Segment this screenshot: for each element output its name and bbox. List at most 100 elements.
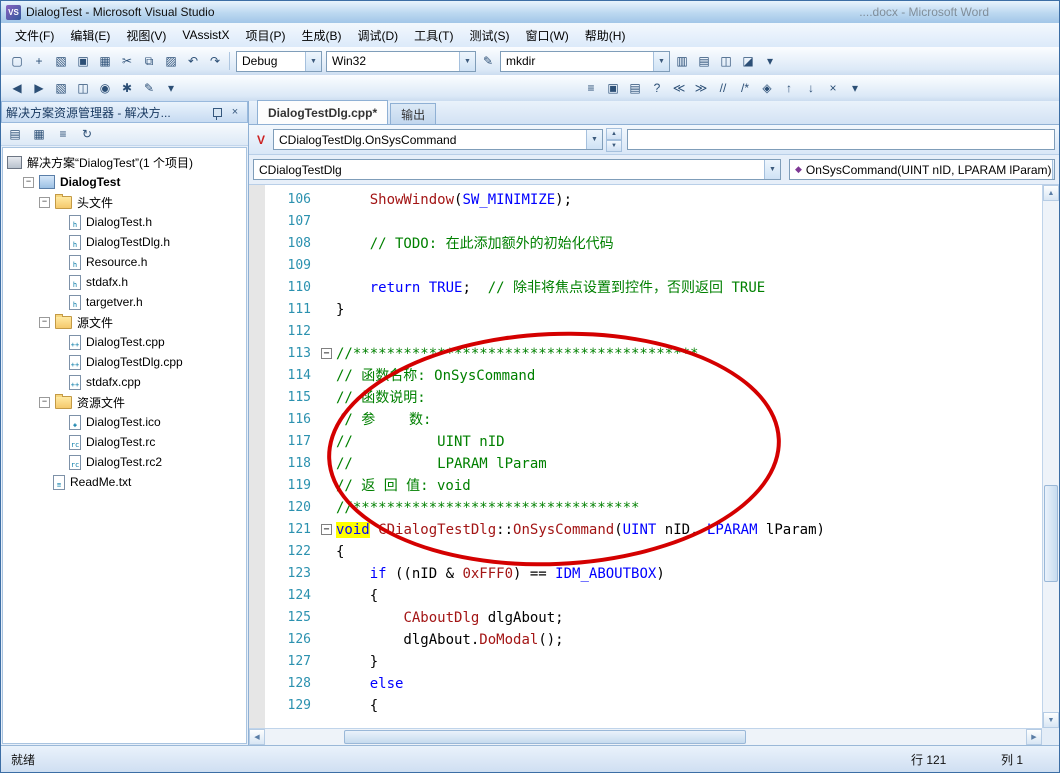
redo-icon[interactable]: ↷ — [205, 51, 225, 71]
tree-item-file[interactable]: ++ DialogTest.cpp — [3, 332, 246, 352]
code-editor[interactable]: 106 ShowWindow(SW_MINIMIZE); 107 108 // TO… — [249, 185, 1042, 728]
code-line[interactable]: 110 return TRUE; // 除非将焦点设置到控件，否则返回 TRUE — [249, 277, 1042, 299]
code-line[interactable]: 128 else — [249, 673, 1042, 695]
tree-item-file[interactable]: h DialogTest.h — [3, 212, 246, 232]
configuration-combo[interactable]: Debug ▼ — [236, 50, 322, 72]
find-combo[interactable]: mkdir ▼ — [500, 50, 670, 72]
find-symbol-icon[interactable]: ✎ — [478, 51, 498, 71]
horizontal-scrollbar[interactable]: ◀ ▶ — [249, 728, 1042, 745]
types-combo[interactable]: CDialogTestDlg ▼ — [253, 159, 781, 180]
find-in-files-icon[interactable]: ▥ — [672, 51, 692, 71]
code-line[interactable]: 115 // 函数说明: — [249, 387, 1042, 409]
code-line[interactable]: 121 void CDialogTestDlg::OnSysCommand(UIN… — [249, 519, 1042, 541]
tree-item-file[interactable]: ++ DialogTestDlg.cpp — [3, 352, 246, 372]
next-bookmark-icon[interactable]: ↓ — [801, 78, 821, 98]
platform-combo[interactable]: Win32 ▼ — [326, 50, 476, 72]
properties-icon[interactable]: ▤ — [5, 124, 25, 144]
toolbar-options-icon[interactable]: ▾ — [760, 51, 780, 71]
tab-dialogtestdlg-cpp[interactable]: DialogTestDlg.cpp* — [257, 100, 389, 124]
menu-item[interactable]: 帮助(H) — [577, 24, 634, 47]
code-line[interactable]: 108 // TODO: 在此添加额外的初始化代码 — [249, 233, 1042, 255]
va-find-symbol-icon[interactable]: ◉ — [95, 78, 115, 98]
menu-item[interactable]: 调试(D) — [349, 24, 406, 47]
menu-item[interactable]: 文件(F) — [7, 24, 62, 47]
expander-icon[interactable]: − — [23, 176, 34, 188]
scroll-right-icon[interactable]: ▶ — [1026, 729, 1042, 745]
menu-item[interactable]: 工具(T) — [406, 24, 461, 47]
object-browser-icon[interactable]: ◪ — [738, 51, 758, 71]
tab-output[interactable]: 输出 — [390, 103, 437, 124]
vassistx-definition-field[interactable] — [627, 129, 1055, 150]
fold-collapse-icon[interactable] — [320, 519, 336, 541]
tree-item-file[interactable]: ++ stdafx.cpp — [3, 372, 246, 392]
code-line[interactable]: 124 { — [249, 585, 1042, 607]
scroll-left-icon[interactable]: ◀ — [249, 729, 265, 745]
menu-item[interactable]: 视图(V) — [118, 24, 174, 47]
undo-icon[interactable]: ↶ — [183, 51, 203, 71]
va-refactor-menu-icon[interactable]: ✎ — [139, 78, 159, 98]
comment-selection-icon[interactable]: // — [713, 78, 733, 98]
paste-icon[interactable]: ▨ — [161, 51, 181, 71]
va-nav-forward-icon[interactable]: ▶ — [29, 78, 49, 98]
show-all-files-icon[interactable]: ▦ — [29, 124, 49, 144]
va-find-references-icon[interactable]: ✱ — [117, 78, 137, 98]
menu-item[interactable]: VAssistX — [174, 25, 237, 45]
previous-bookmark-icon[interactable]: ↑ — [779, 78, 799, 98]
horizontal-scroll-thumb[interactable] — [344, 730, 746, 744]
menu-item[interactable]: 测试(S) — [461, 24, 517, 47]
properties-window-icon[interactable]: ▤ — [694, 51, 714, 71]
scroll-down-icon[interactable]: ▼ — [1043, 712, 1059, 728]
menu-item[interactable]: 项目(P) — [237, 24, 293, 47]
quick-info-icon[interactable]: ? — [647, 78, 667, 98]
open-file-icon[interactable]: ▧ — [51, 51, 71, 71]
view-code-icon[interactable]: ≡ — [53, 124, 73, 144]
chevron-down-icon[interactable]: ▼ — [305, 51, 321, 71]
menu-item[interactable]: 编辑(E) — [62, 24, 118, 47]
code-line[interactable]: 106 ShowWindow(SW_MINIMIZE); — [249, 189, 1042, 211]
vertical-scroll-thumb[interactable] — [1044, 485, 1058, 582]
members-combo[interactable]: ◆ OnSysCommand(UINT nID, LPARAM lParam) … — [789, 159, 1055, 180]
tree-item-file[interactable]: h targetver.h — [3, 292, 246, 312]
code-line[interactable]: 118 // LPARAM lParam — [249, 453, 1042, 475]
cut-icon[interactable]: ✂ — [117, 51, 137, 71]
toolbar-options-icon[interactable]: ▾ — [845, 78, 865, 98]
code-line[interactable]: 122 { — [249, 541, 1042, 563]
code-line[interactable]: 114 // 函数名称: OnSysCommand — [249, 365, 1042, 387]
code-line[interactable]: 125 CAboutDlg dlgAbout; — [249, 607, 1042, 629]
new-file-icon[interactable]: ▢ — [7, 51, 27, 71]
vassistx-context-combo[interactable]: CDialogTestDlg.OnSysCommand ▼ — [273, 129, 603, 150]
tree-item-file[interactable]: h DialogTestDlg.h — [3, 232, 246, 252]
code-line[interactable]: 113 //***********************************… — [249, 343, 1042, 365]
increase-indent-icon[interactable]: ≫ — [691, 78, 711, 98]
toggle-bookmark-icon[interactable]: ◈ — [757, 78, 777, 98]
clear-bookmarks-icon[interactable]: × — [823, 78, 843, 98]
member-list-icon[interactable]: ≡ — [581, 78, 601, 98]
expander-icon[interactable]: − — [39, 396, 50, 408]
auto-hide-pin-icon[interactable] — [209, 105, 225, 120]
word-completion-icon[interactable]: ▣ — [603, 78, 623, 98]
menu-item[interactable]: 生成(B) — [293, 24, 349, 47]
tree-item-folder[interactable]: − 源文件 — [3, 312, 246, 332]
tree-item-folder[interactable]: − 资源文件 — [3, 392, 246, 412]
tree-item-project[interactable]: − DialogTest — [3, 172, 246, 192]
chevron-down-icon[interactable]: ▼ — [586, 130, 602, 149]
tree-item-file[interactable]: ≡ ReadMe.txt — [3, 472, 246, 492]
chevron-down-icon[interactable]: ▼ — [459, 51, 475, 71]
code-line[interactable]: 126 dlgAbout.DoModal(); — [249, 629, 1042, 651]
code-line[interactable]: 129 { — [249, 695, 1042, 717]
tree-item-folder[interactable]: − 头文件 — [3, 192, 246, 212]
solution-explorer-toggle-icon[interactable]: ◫ — [716, 51, 736, 71]
vassistx-spinner[interactable]: ▲ ▼ — [606, 127, 622, 152]
decrease-indent-icon[interactable]: ≪ — [669, 78, 689, 98]
code-line[interactable]: 111} — [249, 299, 1042, 321]
menu-item[interactable]: 窗口(W) — [517, 24, 576, 47]
code-line[interactable]: 107 — [249, 211, 1042, 233]
expander-icon[interactable]: − — [39, 196, 50, 208]
va-nav-back-icon[interactable]: ◀ — [7, 78, 27, 98]
close-icon[interactable]: × — [227, 105, 243, 120]
tree-item-file[interactable]: rc DialogTest.rc — [3, 432, 246, 452]
add-item-icon[interactable]: + — [29, 51, 49, 71]
tree-item-file[interactable]: rc DialogTest.rc2 — [3, 452, 246, 472]
fold-collapse-icon[interactable] — [320, 343, 336, 365]
expander-icon[interactable]: − — [39, 316, 50, 328]
